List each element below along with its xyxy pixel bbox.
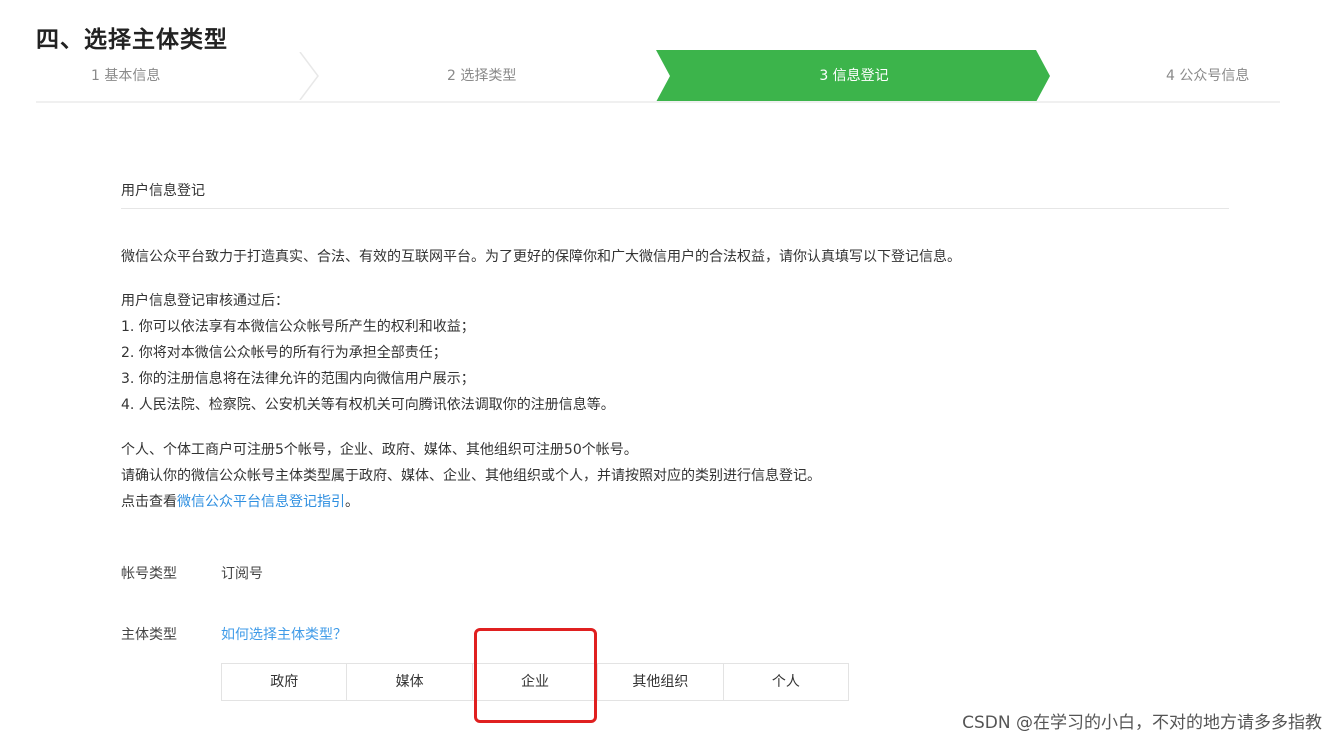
note-line: 个人、个体工商户可注册5个帐号，企业、政府、媒体、其他组织可注册50个帐号。 [121, 442, 638, 458]
registration-rules: 用户信息登记审核通过后： 1. 你可以依法享有本微信公众帐号所产生的权利和收益；… [121, 288, 615, 418]
page-title: 四、选择主体类型 [36, 27, 228, 53]
subject-type-help-link[interactable]: 如何选择主体类型？ [221, 624, 347, 644]
rule-item: 4. 人民法院、检察院、公安机关等有权机关可向腾讯依法调取你的注册信息等。 [121, 397, 615, 413]
section-divider [121, 208, 1229, 209]
step-account-info: 4 公众号信息 [1166, 68, 1250, 84]
step-info-registration: 3 信息登记 [819, 68, 889, 84]
section-title: 用户信息登记 [121, 183, 205, 199]
account-notes: 个人、个体工商户可注册5个帐号，企业、政府、媒体、其他组织可注册50个帐号。 请… [121, 437, 821, 515]
note-line: 请确认你的微信公众帐号主体类型属于政府、媒体、企业、其他组织或个人，并请按照对应… [121, 468, 821, 484]
subject-type-media[interactable]: 媒体 [347, 664, 473, 700]
account-type-label: 帐号类型 [121, 566, 177, 582]
subject-type-other-org[interactable]: 其他组织 [598, 664, 724, 700]
annotation-highlight-box [474, 628, 597, 723]
step-divider-icon [299, 52, 319, 100]
note-prefix: 点击查看 [121, 494, 177, 510]
rule-item: 2. 你将对本微信公众帐号的所有行为承担全部责任； [121, 345, 447, 361]
progress-steps: 1 基本信息 2 选择类型 3 信息登记 4 公众号信息 [36, 50, 1280, 104]
rule-item: 1. 你可以依法享有本微信公众帐号所产生的权利和收益； [121, 319, 475, 335]
registration-guide-link[interactable]: 微信公众平台信息登记指引 [177, 494, 345, 510]
step-basic-info: 1 基本信息 [91, 68, 161, 84]
rules-heading: 用户信息登记审核通过后： [121, 293, 289, 309]
steps-underline [36, 101, 1280, 103]
step-select-type: 2 选择类型 [447, 68, 517, 84]
note-suffix: 。 [345, 494, 359, 510]
note-line: 点击查看微信公众平台信息登记指引。 [121, 489, 821, 515]
subject-type-label: 主体类型 [121, 627, 177, 643]
rule-item: 3. 你的注册信息将在法律允许的范围内向微信用户展示； [121, 371, 475, 387]
subject-type-government[interactable]: 政府 [222, 664, 348, 700]
intro-text: 微信公众平台致力于打造真实、合法、有效的互联网平台。为了更好的保障你和广大微信用… [121, 249, 961, 265]
subject-type-individual[interactable]: 个人 [723, 664, 849, 700]
account-type-value: 订阅号 [221, 566, 263, 582]
watermark: CSDN @在学习的小白，不对的地方请多多指教 [962, 713, 1322, 733]
